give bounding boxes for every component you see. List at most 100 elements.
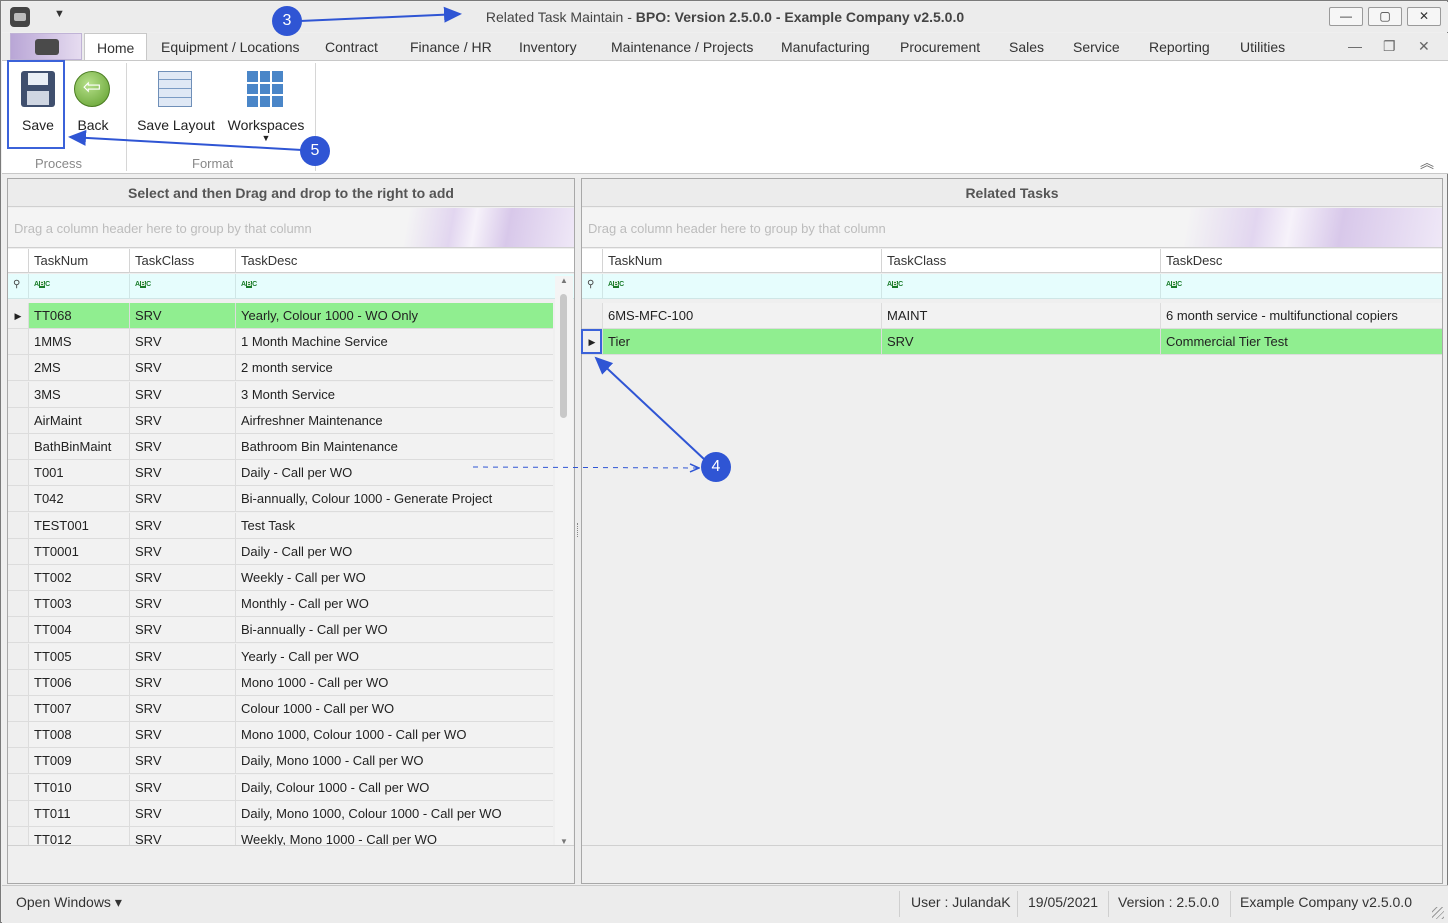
row-indicator[interactable] (582, 303, 602, 329)
cell-taskclass[interactable]: SRV (129, 355, 235, 382)
table-row[interactable]: ▶ TT068 SRV Yearly, Colour 1000 - WO Only (8, 303, 553, 329)
cell-taskdesc[interactable]: Daily, Colour 1000 - Call per WO (235, 774, 553, 801)
row-indicator[interactable] (8, 801, 28, 827)
cell-taskdesc[interactable]: Daily - Call per WO (235, 460, 553, 487)
table-row[interactable]: TT006 SRV Mono 1000 - Call per WO (8, 669, 553, 696)
scrollbar-thumb[interactable] (560, 294, 567, 418)
cell-tasknum[interactable]: Tier (602, 329, 881, 356)
cell-tasknum[interactable]: 1MMS (28, 329, 129, 356)
cell-taskdesc[interactable]: Daily - Call per WO (235, 538, 553, 565)
maximize-button[interactable]: ▢ (1368, 7, 1402, 26)
cell-taskdesc[interactable]: Colour 1000 - Call per WO (235, 696, 553, 722)
table-row[interactable]: T001 SRV Daily - Call per WO (8, 460, 553, 487)
tab-inventory[interactable]: Inventory (519, 39, 577, 55)
cell-tasknum[interactable]: 2MS (28, 355, 129, 382)
table-row[interactable]: TT003 SRV Monthly - Call per WO (8, 591, 553, 618)
column-header-tasknum[interactable]: TaskNum (28, 249, 129, 273)
filter-cell-taskdesc[interactable]: ABC (235, 274, 553, 299)
cell-taskclass[interactable]: SRV (129, 591, 235, 618)
filter-cell-taskdesc[interactable]: ABC (1160, 274, 1442, 299)
cell-tasknum[interactable]: TT006 (28, 669, 129, 696)
cell-taskdesc[interactable]: Mono 1000, Colour 1000 - Call per WO (235, 722, 553, 749)
row-indicator[interactable] (8, 434, 28, 460)
row-indicator[interactable] (8, 617, 28, 644)
mdi-restore-button[interactable]: ❐ (1383, 38, 1396, 55)
cell-tasknum[interactable]: TT004 (28, 617, 129, 644)
cell-taskdesc[interactable]: Commercial Tier Test (1160, 329, 1442, 356)
cell-taskclass[interactable]: MAINT (881, 303, 1160, 329)
cell-taskdesc[interactable]: Monthly - Call per WO (235, 591, 553, 618)
tab-home[interactable]: Home (84, 33, 148, 61)
row-indicator[interactable] (8, 329, 28, 356)
column-header-taskclass[interactable]: TaskClass (129, 249, 235, 273)
table-row[interactable]: TT005 SRV Yearly - Call per WO (8, 643, 553, 670)
table-row[interactable]: 1MMS SRV 1 Month Machine Service (8, 329, 553, 356)
table-row[interactable]: T042 SRV Bi-annually, Colour 1000 - Genera… (8, 486, 553, 513)
resize-grip-icon[interactable] (1432, 907, 1444, 919)
cell-taskclass[interactable]: SRV (129, 329, 235, 356)
cell-taskdesc[interactable]: Yearly - Call per WO (235, 643, 553, 670)
cell-tasknum[interactable]: TT010 (28, 774, 129, 801)
cell-taskclass[interactable]: SRV (881, 329, 1160, 356)
table-row[interactable]: TT007 SRV Colour 1000 - Call per WO (8, 696, 553, 722)
cell-taskdesc[interactable]: Mono 1000 - Call per WO (235, 669, 553, 696)
row-indicator[interactable] (8, 513, 28, 539)
cell-taskclass[interactable]: SRV (129, 434, 235, 460)
table-row[interactable]: TEST001 SRV Test Task (8, 512, 553, 539)
cell-taskclass[interactable]: SRV (129, 643, 235, 670)
row-indicator[interactable] (8, 539, 28, 565)
cell-tasknum[interactable]: BathBinMaint (28, 434, 129, 460)
cell-tasknum[interactable]: TT005 (28, 643, 129, 670)
cell-tasknum[interactable]: 3MS (28, 381, 129, 408)
open-windows-menu[interactable]: Open Windows ▾ (16, 894, 122, 911)
cell-taskclass[interactable]: SRV (129, 407, 235, 434)
cell-taskdesc[interactable]: Bathroom Bin Maintenance (235, 434, 553, 460)
cell-taskdesc[interactable]: 3 Month Service (235, 381, 553, 408)
row-indicator[interactable] (8, 486, 28, 513)
cell-tasknum[interactable]: TT0001 (28, 538, 129, 565)
cell-taskdesc[interactable]: Bi-annually, Colour 1000 - Generate Proj… (235, 486, 553, 513)
table-row[interactable]: TT0001 SRV Daily - Call per WO (8, 538, 553, 565)
cell-taskclass[interactable]: SRV (129, 774, 235, 801)
table-row[interactable]: 6MS-MFC-100 MAINT 6 month service - multif… (582, 303, 1442, 329)
cell-taskdesc[interactable]: Daily, Mono 1000, Colour 1000 - Call per… (235, 800, 553, 827)
row-indicator[interactable]: ▶ (8, 303, 28, 329)
row-indicator[interactable] (8, 722, 28, 749)
tab-manufacturing[interactable]: Manufacturing (781, 39, 870, 55)
cell-taskdesc[interactable]: Bi-annually - Call per WO (235, 617, 553, 644)
cell-taskclass[interactable]: SRV (129, 565, 235, 591)
row-indicator[interactable] (8, 408, 28, 434)
cell-taskdesc[interactable]: Weekly - Call per WO (235, 565, 553, 591)
mdi-minimize-button[interactable]: — (1348, 38, 1362, 54)
tab-utilities[interactable]: Utilities (1240, 39, 1285, 55)
cell-tasknum[interactable]: TT002 (28, 565, 129, 591)
column-header-taskdesc[interactable]: TaskDesc (1160, 249, 1442, 273)
mdi-close-button[interactable]: ✕ (1418, 38, 1430, 55)
tab-service[interactable]: Service (1073, 39, 1120, 55)
cell-taskclass[interactable]: SRV (129, 617, 235, 644)
cell-taskclass[interactable]: SRV (129, 381, 235, 408)
minimize-button[interactable]: — (1329, 7, 1363, 26)
cell-tasknum[interactable]: T001 (28, 460, 129, 487)
cell-taskdesc[interactable]: Yearly, Colour 1000 - WO Only (235, 303, 553, 329)
tab-finance-hr[interactable]: Finance / HR (410, 39, 492, 55)
table-row[interactable]: TT010 SRV Daily, Colour 1000 - Call per WO (8, 774, 553, 801)
cell-taskclass[interactable]: SRV (129, 538, 235, 565)
filter-cell-tasknum[interactable]: ABC (602, 274, 881, 299)
tab-equipment-locations[interactable]: Equipment / Locations (161, 39, 300, 55)
row-indicator[interactable] (8, 748, 28, 775)
table-row[interactable]: BathBinMaint SRV Bathroom Bin Maintenance (8, 434, 553, 460)
cell-tasknum[interactable]: TT011 (28, 800, 129, 827)
filter-cell-taskclass[interactable]: ABC (881, 274, 1160, 299)
tab-procurement[interactable]: Procurement (900, 39, 980, 55)
cell-tasknum[interactable]: TT007 (28, 696, 129, 722)
filter-cell-tasknum[interactable]: ABC (28, 274, 129, 299)
column-header-taskdesc[interactable]: TaskDesc (235, 249, 553, 273)
save-layout-button[interactable]: Save Layout (135, 65, 217, 147)
cell-taskdesc[interactable]: 6 month service - multifunctional copier… (1160, 303, 1442, 329)
table-row[interactable]: TT004 SRV Bi-annually - Call per WO (8, 617, 553, 644)
cell-tasknum[interactable]: TT008 (28, 722, 129, 749)
table-row[interactable]: TT009 SRV Daily, Mono 1000 - Call per WO (8, 748, 553, 775)
row-indicator[interactable] (8, 382, 28, 408)
collapse-ribbon-icon[interactable]: ︽ (1420, 153, 1434, 173)
